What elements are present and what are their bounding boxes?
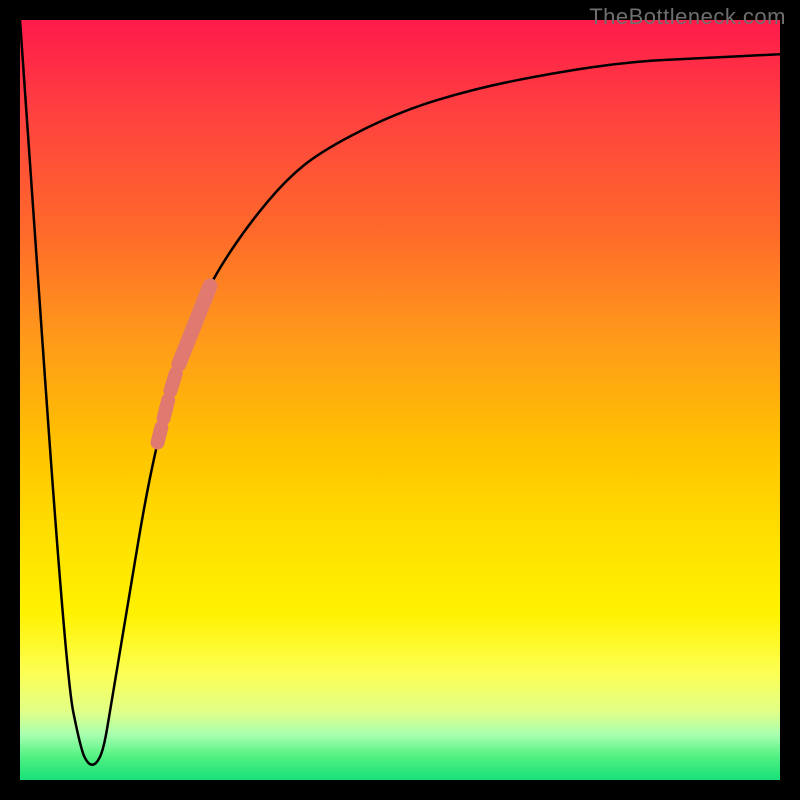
marker-dot-c [164, 400, 169, 418]
bottleneck-curve [20, 20, 780, 765]
marker-group [158, 286, 210, 443]
chart-overlay [20, 20, 780, 780]
chart-root: TheBottleneck.com [0, 0, 800, 800]
marker-dot-b [170, 373, 175, 390]
attribution-watermark: TheBottleneck.com [589, 4, 786, 30]
marker-dot-d [158, 427, 162, 442]
marker-segment [179, 286, 210, 364]
